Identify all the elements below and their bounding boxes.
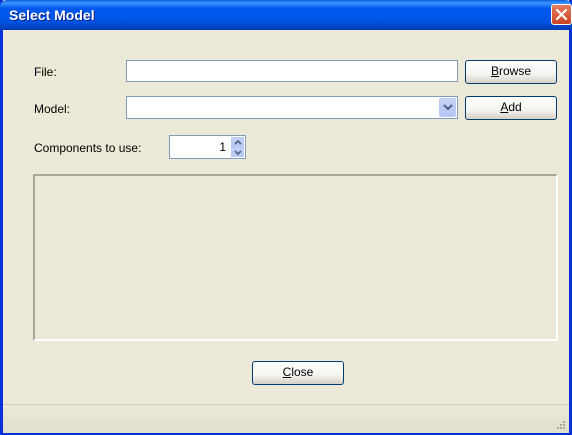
components-value[interactable]: 1: [219, 140, 226, 154]
component-panel: [33, 174, 558, 341]
close-button[interactable]: Close: [252, 361, 344, 385]
window-title: Select Model: [9, 7, 95, 23]
chevron-down-icon: [234, 150, 242, 155]
model-dropdown-button[interactable]: [439, 98, 456, 117]
chevron-up-icon: [234, 140, 242, 145]
browse-button[interactable]: Browse: [465, 60, 557, 84]
status-bar: [3, 404, 569, 433]
resize-grip-icon[interactable]: [554, 418, 566, 430]
components-label: Components to use:: [34, 141, 142, 155]
chevron-down-icon: [443, 104, 453, 111]
select-model-dialog: Select Model File: Browse Model: Add Com…: [0, 0, 572, 435]
window-close-button[interactable]: [551, 4, 572, 25]
model-dropdown[interactable]: [126, 96, 458, 119]
spin-up-button[interactable]: [231, 137, 244, 147]
file-input[interactable]: [126, 60, 458, 82]
file-label: File:: [34, 65, 57, 79]
spin-down-button[interactable]: [231, 147, 244, 157]
browse-mnemonic: B: [490, 64, 499, 78]
title-bar[interactable]: Select Model: [0, 0, 572, 30]
components-spin: [231, 137, 244, 157]
add-button[interactable]: Add: [465, 96, 557, 120]
close-icon: [555, 8, 568, 21]
model-label: Model:: [34, 102, 71, 116]
components-stepper[interactable]: 1: [169, 135, 246, 159]
